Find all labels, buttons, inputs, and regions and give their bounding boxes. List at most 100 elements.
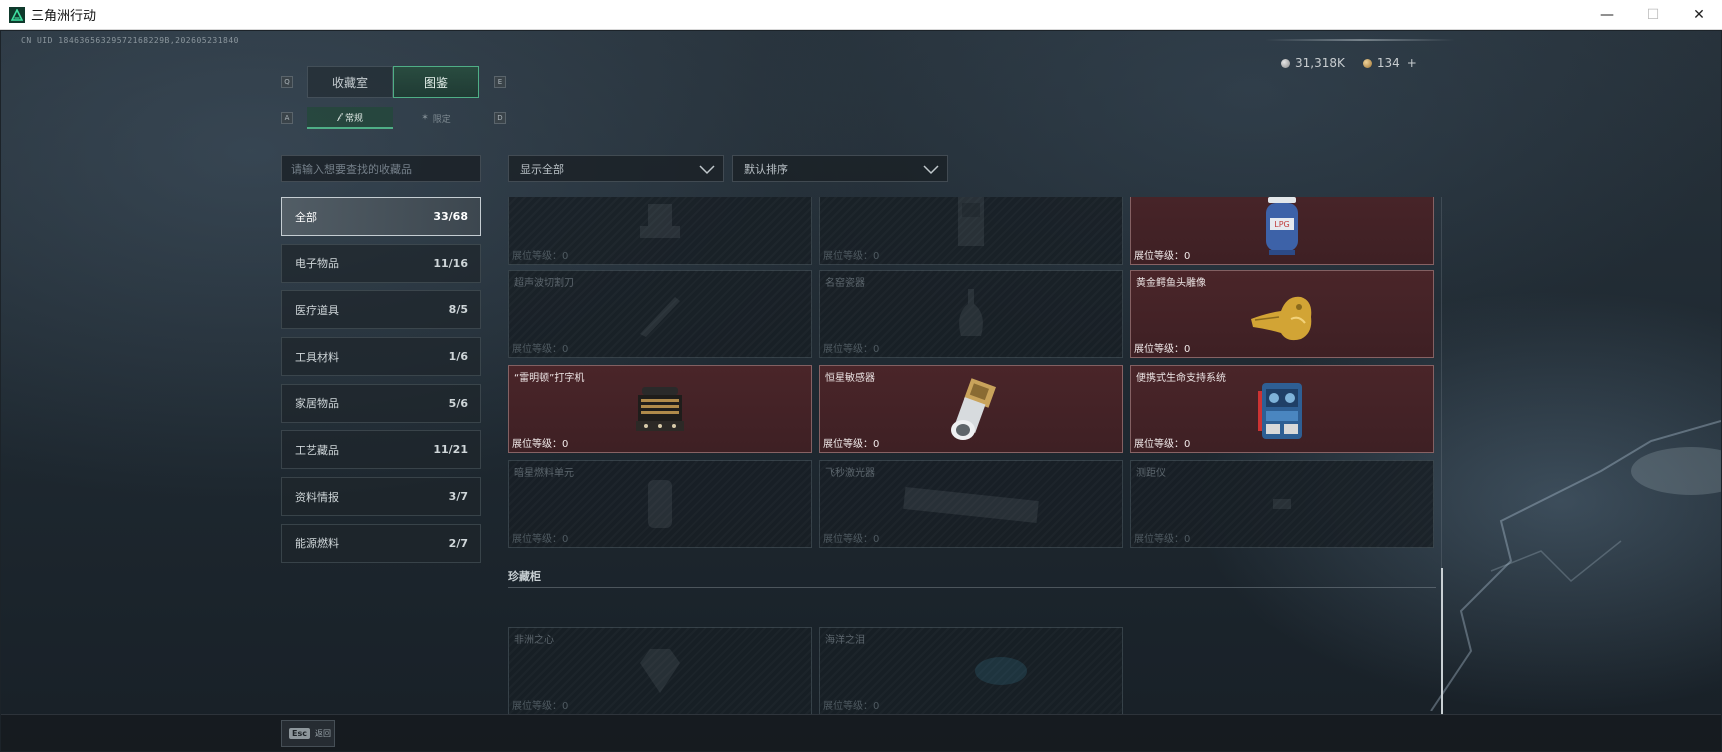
collection-card[interactable]: 非洲之心 展位等级：0 — [508, 627, 812, 715]
category-all[interactable]: 全部 33/68 — [281, 197, 481, 236]
collection-card[interactable]: 恒星敏感器 展位等级：0 — [819, 365, 1123, 453]
category-label: 能源燃料 — [295, 537, 339, 551]
add-currency-button[interactable]: + — [1407, 56, 1417, 70]
card-name: 超声波切割刀 — [514, 278, 574, 289]
category-fuel[interactable]: 能源燃料 2/7 — [281, 523, 481, 563]
life-support-icon — [1258, 382, 1302, 439]
card-level: 展位等级：0 — [512, 344, 569, 355]
key-hint-a: A — [281, 112, 293, 124]
category-household[interactable]: 家居物品 5/6 — [281, 383, 481, 423]
category-count: 5/6 — [448, 396, 468, 410]
category-crafts[interactable]: 工艺藏品 11/21 — [281, 430, 481, 470]
fuel-cell-icon — [648, 480, 672, 528]
category-label: 医疗道具 — [295, 303, 339, 317]
collection-card[interactable]: 超声波切割刀 展位等级：0 — [508, 270, 812, 358]
collection-card[interactable]: 飞秒激光器 展位等级：0 — [819, 460, 1123, 548]
tab-catalog[interactable]: 图鉴 — [393, 66, 479, 98]
game-viewport: CN UID 18463656329572168229B,20260523184… — [1, 31, 1721, 751]
search-input[interactable]: 请输入想要查找的收藏品 — [281, 155, 481, 182]
collection-card[interactable]: “雷明顿”打字机 展位等级：0 — [508, 365, 812, 453]
star-sensor-icon — [951, 377, 996, 440]
silver-amount: 31,318K — [1295, 56, 1345, 70]
collection-card[interactable]: LPG 展位等级：0 — [1130, 197, 1434, 265]
collection-card[interactable]: 黄金鳄鱼头雕像 展位等级：0 — [1130, 270, 1434, 358]
bottom-bar — [1, 714, 1721, 751]
collection-card[interactable]: 暗星燃料单元 展位等级：0 — [508, 460, 812, 548]
category-label: 工艺藏品 — [295, 443, 339, 457]
esc-key-hint: Esc — [289, 728, 310, 739]
minimize-button[interactable]: — — [1584, 0, 1630, 30]
collection-card[interactable]: 展位等级：0 — [819, 197, 1123, 265]
category-label: 全部 — [295, 210, 317, 224]
card-name: “雷明顿”打字机 — [514, 373, 585, 384]
cabinet-icon — [958, 197, 984, 246]
card-name: 海洋之泪 — [825, 635, 865, 646]
svg-text:LPG: LPG — [1274, 220, 1289, 229]
main-tabs: 收藏室 图鉴 — [307, 66, 479, 98]
card-level: 展位等级：0 — [1134, 344, 1191, 355]
card-name: 测距仪 — [1136, 468, 1166, 479]
diamond-icon — [640, 649, 680, 693]
gold-coin-icon — [1362, 58, 1372, 68]
close-window-button[interactable]: ✕ — [1676, 0, 1722, 30]
card-level: 展位等级：0 — [823, 344, 880, 355]
tab-limited-label: 限定 — [432, 114, 451, 125]
card-level: 展位等级：0 — [1134, 534, 1191, 545]
category-electronics[interactable]: 电子物品 11/16 — [281, 243, 481, 283]
collection-card[interactable]: 测距仪 展位等级：0 — [1130, 460, 1434, 548]
key-hint-q: Q — [281, 76, 293, 88]
gem-icon — [975, 657, 1028, 685]
rangefinder-icon — [1273, 499, 1291, 509]
card-level: 展位等级：0 — [823, 534, 880, 545]
typewriter-icon — [636, 387, 684, 431]
category-label: 家居物品 — [295, 397, 339, 411]
category-tools[interactable]: 工具材料 1/6 — [281, 337, 481, 377]
knife-icon — [640, 297, 680, 337]
gold-currency: 134 + — [1362, 56, 1417, 70]
card-level: 展位等级：0 — [512, 251, 569, 262]
gold-crocodile-icon — [1251, 297, 1312, 341]
sort-dropdown[interactable]: 默认排序 — [732, 155, 948, 182]
category-count: 11/16 — [433, 256, 468, 270]
card-level: 展位等级：0 — [512, 439, 569, 450]
silver-currency: 31,318K — [1281, 56, 1345, 70]
sub-tabs: 𝒻 常规 ✶ 限定 — [307, 107, 479, 129]
scrollbar-thumb[interactable] — [1441, 568, 1443, 715]
category-label: 工具材料 — [295, 350, 339, 364]
card-name: 非洲之心 — [514, 635, 554, 646]
tab-regular[interactable]: 𝒻 常规 — [307, 107, 393, 129]
category-medical[interactable]: 医疗道具 8/5 — [281, 290, 481, 330]
maximize-button[interactable]: ☐ — [1630, 0, 1676, 30]
filter-dropdown[interactable]: 显示全部 — [508, 155, 724, 182]
collection-card[interactable]: 名窑瓷器 展位等级：0 — [819, 270, 1123, 358]
user-uid: CN UID 18463656329572168229B,20260523184… — [21, 36, 239, 45]
tab-limited[interactable]: ✶ 限定 — [393, 107, 479, 129]
card-level: 展位等级：0 — [512, 534, 569, 545]
card-name: 名窑瓷器 — [825, 278, 865, 289]
regular-icon: 𝒻 — [336, 112, 341, 122]
filter-dropdown-value: 显示全部 — [520, 162, 564, 176]
app-logo-icon — [9, 6, 25, 23]
category-count: 1/6 — [448, 350, 468, 364]
collection-card[interactable]: 便携式生命支持系统 展位等级：0 — [1130, 365, 1434, 453]
category-count: 2/7 — [448, 536, 468, 550]
back-button[interactable]: Esc 返回 — [281, 720, 335, 747]
key-hint-e: E — [494, 76, 506, 88]
category-count: 8/5 — [448, 303, 468, 317]
window-titlebar: 三角洲行动 — ☐ ✕ — [0, 0, 1722, 30]
laser-icon — [903, 487, 1039, 523]
chevron-down-icon — [923, 165, 939, 175]
collection-card[interactable]: 海洋之泪 展位等级：0 — [819, 627, 1123, 715]
collection-card[interactable]: 展位等级：0 — [508, 197, 812, 265]
card-level: 展位等级：0 — [1134, 439, 1191, 450]
tab-collection-room[interactable]: 收藏室 — [307, 66, 393, 98]
section-title: 珍藏柜 — [508, 570, 541, 583]
card-name: 黄金鳄鱼头雕像 — [1136, 278, 1206, 289]
chevron-down-icon — [699, 165, 715, 175]
robot-icon — [640, 204, 680, 238]
category-intel[interactable]: 资料情报 3/7 — [281, 477, 481, 517]
category-count: 11/21 — [433, 443, 468, 457]
gold-amount: 134 — [1376, 56, 1400, 70]
vase-icon — [959, 289, 983, 336]
category-label: 资料情报 — [295, 490, 339, 504]
